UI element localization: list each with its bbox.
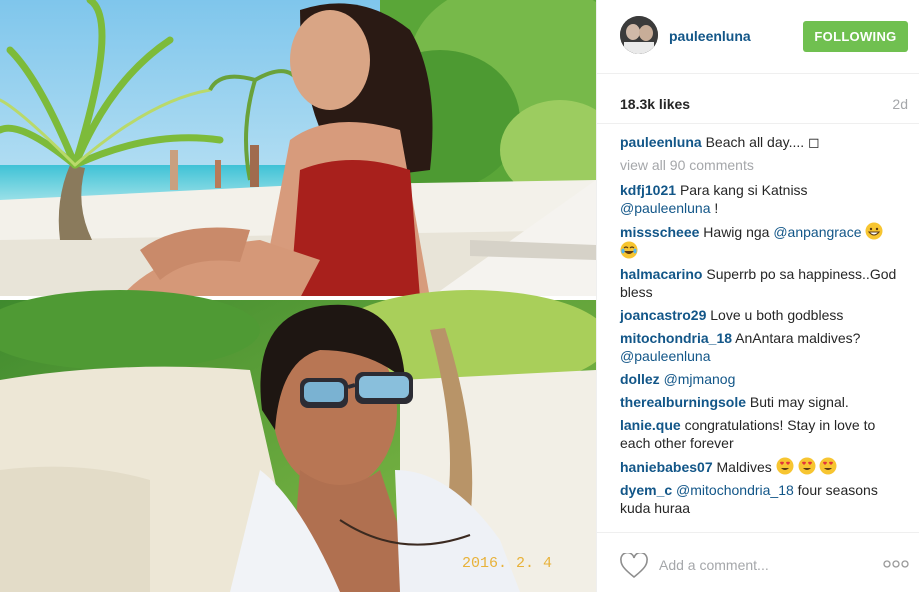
comment-author[interactable]: dollez: [620, 371, 660, 387]
comment-author[interactable]: kdfj1021: [620, 182, 676, 198]
comment-mention[interactable]: @pauleenluna: [620, 348, 711, 364]
comment-author[interactable]: dyem_c: [620, 482, 672, 498]
comment-text: Maldives: [716, 459, 776, 475]
bottom-photo: 2016. 2. 4: [0, 290, 596, 592]
caption-text: Beach all day.... ◻: [705, 134, 820, 150]
grinning-face-icon: [865, 222, 883, 240]
comment-item: missscheee Hawig nga @anpangrace: [620, 222, 897, 260]
heart-eyes-icon: [819, 457, 837, 475]
post-photo[interactable]: 2016. 2. 4: [0, 0, 596, 592]
comment-item: haniebabes07 Maldives: [620, 457, 897, 476]
post-header: pauleenluna FOLLOWING: [597, 0, 919, 74]
comment-item: dollez @mjmanog: [620, 370, 897, 388]
comments-list: pauleenluna Beach all day.... ◻ view all…: [597, 123, 919, 529]
comment-author[interactable]: haniebabes07: [620, 459, 713, 475]
view-all-comments-link[interactable]: view all 90 comments: [620, 156, 897, 174]
comment-item: therealburningsole Buti may signal.: [620, 393, 897, 411]
likes-count[interactable]: 18.3k likes: [620, 96, 690, 112]
comment-mention[interactable]: @pauleenluna: [620, 200, 711, 216]
comment-item: lanie.que congratulations! Stay in love …: [620, 416, 897, 452]
top-photo: [0, 0, 596, 298]
comment-mention[interactable]: @mitochondria_18: [676, 482, 794, 498]
photo-collage: 2016. 2. 4: [0, 0, 596, 592]
comment-text: Buti may signal.: [749, 394, 849, 410]
post-sidebar: pauleenluna FOLLOWING 18.3k likes 2d pau…: [596, 0, 919, 592]
comment-text: Hawig nga: [703, 224, 774, 240]
heart-outline-icon[interactable]: [620, 553, 648, 579]
comment-mention[interactable]: @anpangrace: [773, 224, 861, 240]
post-age[interactable]: 2d: [892, 96, 908, 112]
comment-item: dyem_c @mitochondria_18 four seasons kud…: [620, 481, 897, 517]
caption: pauleenluna Beach all day.... ◻: [620, 133, 897, 151]
comment-text-tail: !: [710, 200, 719, 216]
photo-date-stamp: 2016. 2. 4: [462, 555, 552, 572]
comment-author[interactable]: therealburningsole: [620, 394, 746, 410]
comment-author[interactable]: lanie.que: [620, 417, 681, 433]
heart-eyes-icon: [776, 457, 794, 475]
heart-eyes-icon: [798, 457, 816, 475]
tears-of-joy-icon: [620, 241, 638, 259]
comment-item: halmacarino Superrb po sa happiness..God…: [620, 265, 897, 301]
ellipsis-icon[interactable]: [883, 559, 909, 569]
post-author-username[interactable]: pauleenluna: [669, 28, 751, 44]
add-comment-input[interactable]: [659, 553, 859, 577]
comment-text: AnAntara maldives?: [735, 330, 861, 346]
add-comment-bar: [597, 532, 919, 592]
caption-author[interactable]: pauleenluna: [620, 134, 702, 150]
comment-text: Para kang si Katniss: [679, 182, 808, 198]
comment-mention[interactable]: @mjmanog: [664, 371, 736, 387]
likes-row: 18.3k likes 2d: [620, 96, 908, 114]
comment-item: joancastro29 Love u both godbless: [620, 306, 897, 324]
comment-text: Love u both godbless: [710, 307, 844, 323]
comment-item: mitochondria_18 AnAntara maldives? @paul…: [620, 329, 897, 365]
comment-item: kdfj1021 Para kang si Katniss @pauleenlu…: [620, 181, 897, 217]
comment-author[interactable]: joancastro29: [620, 307, 706, 323]
avatar[interactable]: [620, 16, 658, 54]
following-button[interactable]: FOLLOWING: [803, 21, 908, 52]
comment-author[interactable]: missscheee: [620, 224, 699, 240]
comment-author[interactable]: mitochondria_18: [620, 330, 732, 346]
comment-author[interactable]: halmacarino: [620, 266, 702, 282]
